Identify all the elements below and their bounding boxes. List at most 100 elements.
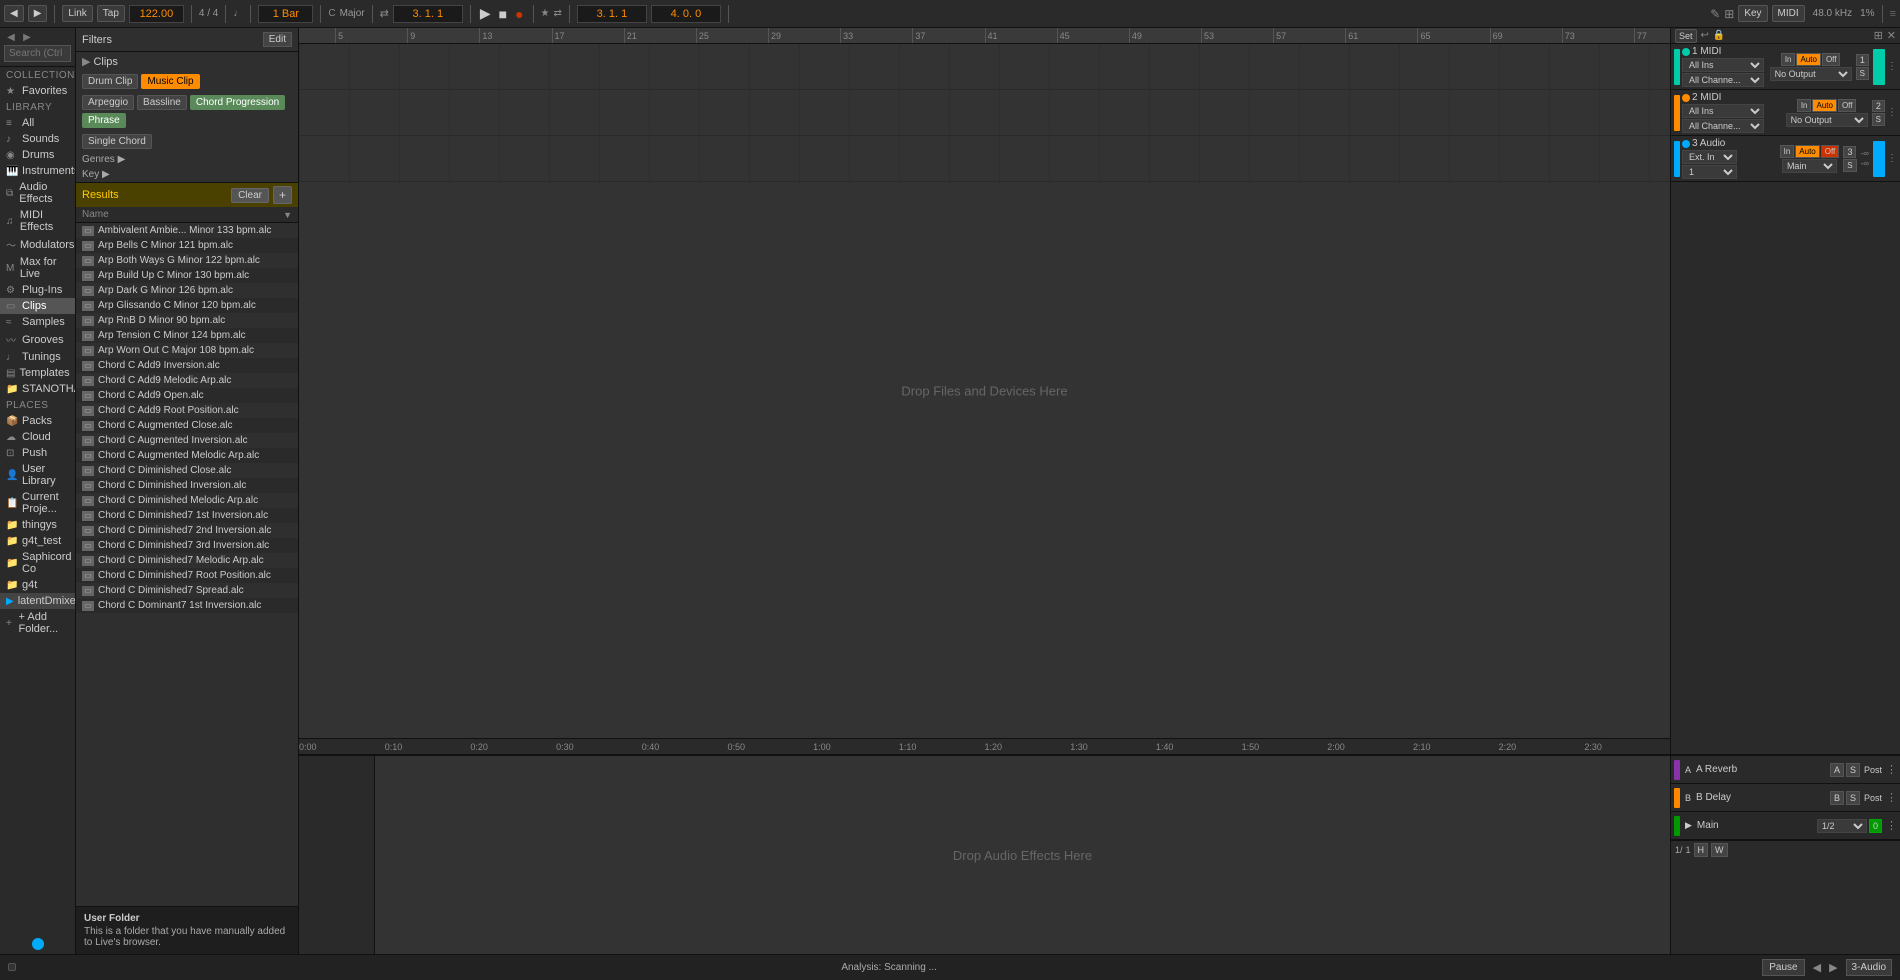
sidebar-item-all[interactable]: ≡ All <box>0 115 75 131</box>
sidebar-item-stanothans[interactable]: 📁 STANOTHANS <box>0 381 75 397</box>
main-routing-select[interactable]: 1/2 <box>1817 819 1867 833</box>
sidebar-item-g4t[interactable]: 📁 g4t <box>0 577 75 593</box>
nav-next[interactable]: ▶ <box>1829 961 1837 974</box>
midi-label[interactable]: MIDI <box>1772 5 1805 22</box>
list-item[interactable]: ▭Arp Worn Out C Major 108 bpm.alc <box>76 343 298 358</box>
return-a-s[interactable]: S <box>1846 763 1860 777</box>
monitor-in-1[interactable]: In <box>1781 53 1796 66</box>
pause-button[interactable]: Pause <box>1762 959 1804 976</box>
record-button[interactable]: ● <box>513 6 525 22</box>
sidebar-item-drums[interactable]: ◉ Drums <box>0 147 75 163</box>
sidebar-item-templates[interactable]: ▤ Templates <box>0 365 75 381</box>
list-item[interactable]: ▭Arp Glissando C Minor 120 bpm.alc <box>76 298 298 313</box>
loop-btn[interactable]: ⇄ <box>554 8 562 19</box>
monitor-auto-3[interactable]: Auto <box>1795 145 1819 158</box>
sidebar-item-cloud[interactable]: ☁ Cloud <box>0 429 75 445</box>
list-item[interactable]: ▭Chord C Diminished Melodic Arp.alc <box>76 493 298 508</box>
list-item[interactable]: ▭Arp RnB D Minor 90 bpm.alc <box>76 313 298 328</box>
track-input-2[interactable]: All Ins <box>1682 104 1764 118</box>
w-button[interactable]: W <box>1711 843 1728 857</box>
sidebar-item-grooves[interactable]: 〰 Grooves <box>0 330 75 349</box>
drum-clip-tag[interactable]: Drum Clip <box>82 74 138 89</box>
list-item[interactable]: ▭Chord C Diminished7 Spread.alc <box>76 583 298 598</box>
return-a-expand[interactable]: ⋮ <box>1886 763 1897 776</box>
h-button[interactable]: H <box>1694 843 1709 857</box>
list-item[interactable]: ▭Chord C Diminished7 3rd Inversion.alc <box>76 538 298 553</box>
track-expand-2[interactable]: ⋮ <box>1887 107 1897 118</box>
bottom-drop-zone[interactable]: Drop Audio Effects Here <box>375 756 1670 954</box>
sidebar-item-midi-effects[interactable]: ♫ MIDI Effects <box>0 207 75 235</box>
list-item[interactable]: ▭Chord C Diminished7 2nd Inversion.alc <box>76 523 298 538</box>
list-item[interactable]: ▭Chord C Diminished7 1st Inversion.alc <box>76 508 298 523</box>
return-b-expand[interactable]: ⋮ <box>1886 791 1897 804</box>
main-send[interactable]: 0 <box>1869 819 1882 833</box>
monitor-in-3[interactable]: In <box>1780 145 1795 158</box>
sidebar-item-instruments[interactable]: 🎹 Instruments <box>0 163 75 179</box>
track-channel-3[interactable]: 1 <box>1682 165 1737 179</box>
sidebar-item-saphicord[interactable]: 📁 Saphicord Co <box>0 549 75 577</box>
track-channel-2[interactable]: All Channe... <box>1682 119 1764 133</box>
track-input-3[interactable]: Ext. In <box>1682 150 1737 164</box>
return-b-s[interactable]: S <box>1846 791 1860 805</box>
play-button[interactable]: ▶ <box>478 5 493 22</box>
list-item[interactable]: ▭Chord C Add9 Melodic Arp.alc <box>76 373 298 388</box>
sidebar-item-g4t-test[interactable]: 📁 g4t_test <box>0 533 75 549</box>
list-item[interactable]: ▭Arp Both Ways G Minor 122 bpm.alc <box>76 253 298 268</box>
sidebar-item-favorites[interactable]: ★ Favorites <box>0 83 75 99</box>
track-expand-1[interactable]: ⋮ <box>1887 61 1897 72</box>
list-item[interactable]: ▭Chord C Augmented Inversion.alc <box>76 433 298 448</box>
key-root-select[interactable]: C <box>328 8 335 19</box>
loop-start-display[interactable]: 3. 1. 1 <box>577 5 647 23</box>
list-item[interactable]: ▭Chord C Diminished7 Melodic Arp.alc <box>76 553 298 568</box>
list-item[interactable]: ▭Arp Dark G Minor 126 bpm.alc <box>76 283 298 298</box>
arpeggio-tag[interactable]: Arpeggio <box>82 95 134 110</box>
grid-icon[interactable]: ⊞ <box>1724 7 1734 21</box>
list-item[interactable]: ▭Chord C Add9 Inversion.alc <box>76 358 298 373</box>
main-expand[interactable]: ⋮ <box>1886 819 1897 832</box>
sidebar-item-thingys[interactable]: 📁 thingys <box>0 517 75 533</box>
track-s-3[interactable]: S <box>1843 159 1856 172</box>
loop-end-display[interactable]: 4. 0. 0 <box>651 5 721 23</box>
key-row[interactable]: Key ▶ <box>76 167 298 182</box>
sidebar-item-plug-ins[interactable]: ⚙ Plug-Ins <box>0 282 75 298</box>
track-channel-1[interactable]: All Channe... <box>1682 73 1764 87</box>
list-item[interactable]: ▭Chord C Diminished Close.alc <box>76 463 298 478</box>
set-button[interactable]: Set <box>1675 29 1697 43</box>
monitor-off-3[interactable]: Off <box>1821 145 1840 158</box>
forward-button[interactable]: ▶ <box>28 5 48 22</box>
tap-button[interactable]: Tap <box>97 5 125 22</box>
bpm-display[interactable]: 122.00 <box>129 5 184 23</box>
sidebar-item-add-folder[interactable]: + + Add Folder... <box>0 609 75 637</box>
sidebar-item-clips[interactable]: ▭ Clips <box>0 298 75 314</box>
list-item[interactable]: ▭Chord C Dominant7 1st Inversion.alc <box>76 598 298 613</box>
list-item[interactable]: ▭Chord C Augmented Melodic Arp.alc <box>76 448 298 463</box>
list-item[interactable]: ▭Chord C Add9 Open.alc <box>76 388 298 403</box>
link-button[interactable]: Link <box>62 5 92 22</box>
sidebar-item-tunings[interactable]: ♩ Tunings <box>0 349 75 365</box>
list-item[interactable]: ▭Arp Build Up C Minor 130 bpm.alc <box>76 268 298 283</box>
key-label[interactable]: Key ▶ <box>82 169 110 180</box>
results-list[interactable]: ▭Ambivalent Ambie... Minor 133 bpm.alc▭A… <box>76 223 298 906</box>
bassline-tag[interactable]: Bassline <box>137 95 187 110</box>
track-s-2[interactable]: S <box>1872 113 1885 126</box>
list-item[interactable]: ▭Chord C Diminished7 Root Position.alc <box>76 568 298 583</box>
key-label[interactable]: Key <box>1738 5 1767 22</box>
monitor-in-2[interactable]: In <box>1797 99 1812 112</box>
nav-prev[interactable]: ◀ <box>1813 961 1821 974</box>
track-output-2[interactable]: No Output <box>1786 113 1868 127</box>
nav-fwd-arrow[interactable]: ▶ <box>20 32 34 43</box>
sidebar-item-sounds[interactable]: ♪ Sounds <box>0 131 75 147</box>
list-item[interactable]: ▭Chord C Diminished Inversion.alc <box>76 478 298 493</box>
genres-label[interactable]: Genres ▶ <box>82 154 125 165</box>
arrange-tracks[interactable]: Drop Files and Devices Here <box>299 44 1670 738</box>
sidebar-item-latent-mixer[interactable]: ▶ latentDmixer <box>0 593 75 609</box>
stop-button[interactable]: ■ <box>497 6 509 22</box>
sidebar-item-audio-effects[interactable]: ⧉ Audio Effects <box>0 179 75 207</box>
single-chord-tag[interactable]: Single Chord <box>82 134 152 149</box>
list-item[interactable]: ▭Arp Tension C Minor 124 bpm.alc <box>76 328 298 343</box>
monitor-off-1[interactable]: Off <box>1822 53 1841 66</box>
filter-edit-button[interactable]: Edit <box>263 32 292 47</box>
draw-icon[interactable]: ✎ <box>1710 7 1720 21</box>
clear-button[interactable]: Clear <box>231 188 269 203</box>
position-display[interactable]: 3. 1. 1 <box>393 5 463 23</box>
